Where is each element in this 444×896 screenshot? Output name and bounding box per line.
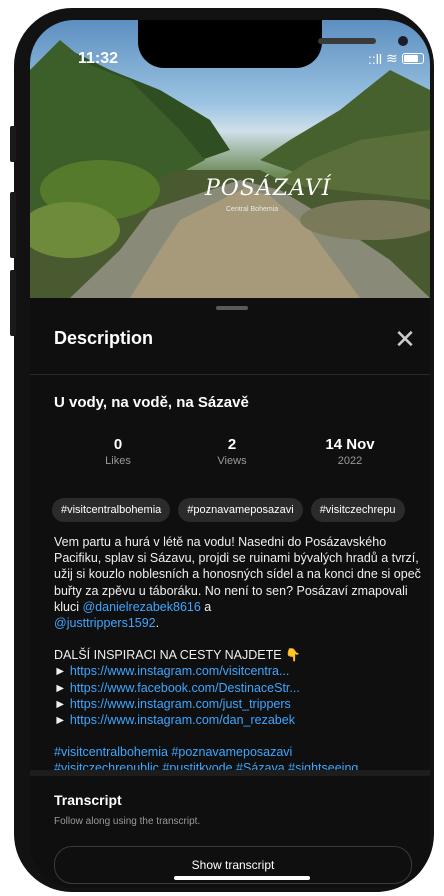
volume-down-button — [10, 270, 16, 336]
external-link[interactable]: https://www.instagram.com/dan_rezabek — [70, 713, 295, 727]
video-title: U vody, na vodě, na Sázavě — [54, 394, 249, 411]
external-link[interactable]: https://www.instagram.com/just_trippers — [70, 697, 291, 711]
hashtag-chip[interactable]: #poznavameposazavi — [178, 498, 303, 522]
inspiration-section: DALŠÍ INSPIRACI NA CESTY NAJDETE 👇 ► htt… — [54, 647, 426, 728]
speaker-grille — [318, 38, 376, 44]
hashtag-chip[interactable]: #visitczechrepu — [310, 498, 405, 522]
status-icons: ::ll ≋ — [368, 50, 424, 67]
likes-label: Likes — [105, 455, 131, 467]
transcript-subtitle: Follow along using the transcript. — [54, 816, 201, 827]
hashtag-chips: #visitcentralbohemia #poznavameposazavi … — [52, 498, 405, 522]
section-divider — [30, 770, 430, 776]
panel-title: Description — [54, 328, 154, 348]
signal-icon: ::ll — [368, 50, 382, 67]
external-link[interactable]: https://www.facebook.com/DestinaceStr... — [70, 681, 300, 695]
front-camera — [398, 36, 408, 46]
close-icon[interactable]: ✕ — [392, 326, 418, 352]
link-row: ► https://www.facebook.com/DestinaceStr.… — [54, 680, 426, 696]
hashtag-chip[interactable]: #visitcentralbohemia — [52, 498, 171, 522]
description-panel: Description ✕ U vody, na vodě, na Sázavě… — [30, 298, 430, 888]
link-row: ► https://www.instagram.com/just_tripper… — [54, 696, 426, 712]
divider — [30, 374, 430, 375]
video-overlay-title: POSÁZAVÍ — [205, 176, 332, 201]
mention-link[interactable]: @danielrezabek8616 — [82, 600, 200, 614]
notch — [138, 20, 408, 68]
description-paragraph: Vem partu a hurá v létě na vodu! Nasedni… — [54, 534, 426, 631]
video-overlay-subtitle: Central Bohemia — [226, 206, 279, 213]
views-count: 2 — [227, 436, 237, 453]
battery-icon — [401, 53, 424, 64]
conjunction-text: a — [200, 599, 212, 614]
publish-year: 2022 — [337, 455, 363, 467]
link-row: ► https://www.instagram.com/dan_rezabek — [54, 712, 426, 728]
wifi-icon: ≋ — [386, 50, 398, 66]
link-row: ► https://www.instagram.com/visitcentra.… — [54, 663, 426, 679]
inspiration-heading: DALŠÍ INSPIRACI NA CESTY NAJDETE 👇 — [54, 648, 301, 663]
status-time: 11:32 — [78, 50, 119, 67]
phone-screen: 11:32 ::ll ≋ POSÁZAVÍ Central Bohemia De… — [30, 20, 430, 888]
video-player[interactable]: 11:32 ::ll ≋ POSÁZAVÍ Central Bohemia — [30, 20, 430, 298]
publish-date: 14 Nov — [325, 436, 375, 453]
views-label: Views — [217, 455, 247, 467]
arrow-icon: ► — [54, 680, 67, 695]
mention-link[interactable]: @justtrippers1592 — [54, 616, 156, 630]
arrow-icon: ► — [54, 664, 67, 679]
drag-handle[interactable] — [216, 306, 248, 310]
transcript-title: Transcript — [54, 792, 122, 808]
external-link[interactable]: https://www.instagram.com/visitcentra... — [70, 664, 290, 678]
hashtag-links[interactable]: #visitcentralbohemia #poznavameposazavi — [54, 744, 426, 760]
arrow-icon: ► — [54, 696, 67, 711]
description-text: Vem partu a hurá v létě na vodu! Nasedni… — [54, 534, 426, 777]
home-indicator[interactable] — [174, 876, 310, 880]
arrow-icon: ► — [54, 713, 67, 728]
date-stat: 14 Nov 2022 — [310, 436, 390, 467]
likes-count: 0 — [113, 436, 123, 453]
period-text: . — [155, 616, 160, 631]
likes-stat: 0 Likes — [78, 436, 158, 467]
mute-switch — [10, 126, 16, 162]
volume-up-button — [10, 192, 16, 258]
views-stat: 2 Views — [192, 436, 272, 467]
